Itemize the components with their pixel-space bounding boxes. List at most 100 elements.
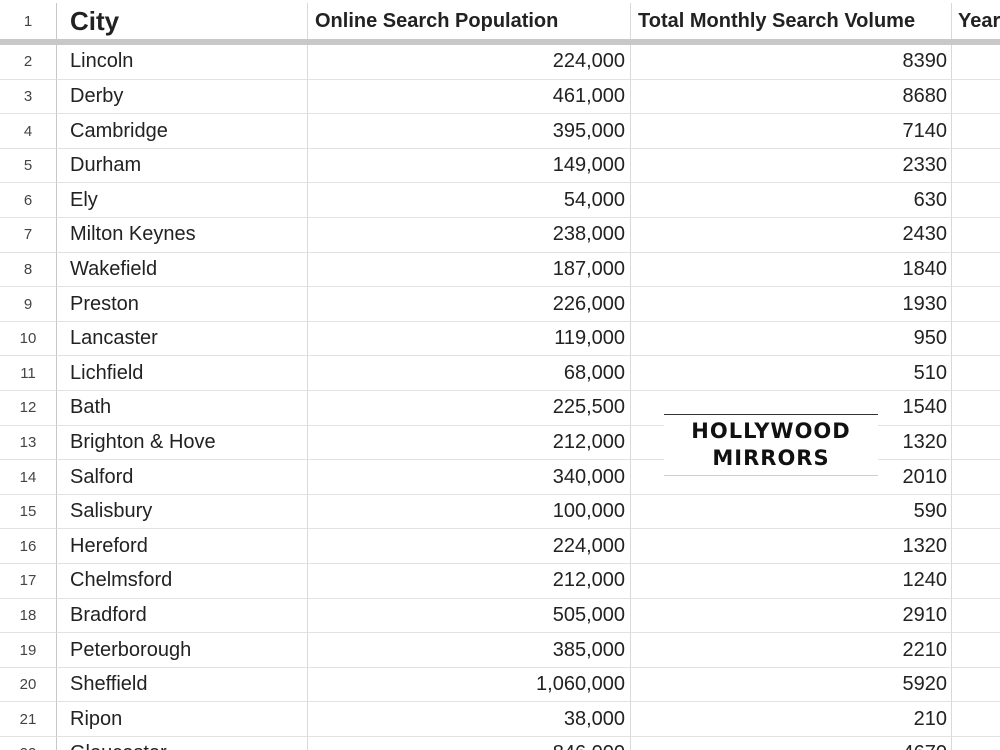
row-number[interactable]: 20 (0, 667, 57, 703)
cell-population[interactable]: 238,000 (308, 218, 631, 253)
cell-city[interactable]: Salisbury (57, 494, 308, 530)
row-number[interactable]: 15 (0, 494, 57, 530)
cell-volume[interactable]: 8680 (631, 79, 952, 115)
cell-population[interactable]: 119,000 (308, 321, 631, 357)
cell-city[interactable]: Lincoln (57, 45, 308, 80)
cell-year[interactable] (952, 702, 1000, 738)
column-header-city[interactable]: City (57, 3, 308, 40)
cell-year[interactable] (952, 45, 1000, 80)
column-header-volume[interactable]: Total Monthly Search Volume (631, 3, 952, 40)
cell-volume[interactable]: 630 (631, 183, 952, 219)
cell-population[interactable]: 212,000 (308, 425, 631, 461)
row-number[interactable]: 2 (0, 45, 57, 80)
cell-year[interactable] (952, 426, 1000, 461)
cell-population[interactable]: 340,000 (308, 460, 631, 495)
cell-population[interactable]: 1,060,000 (308, 667, 631, 703)
cell-city[interactable]: Sheffield (57, 667, 308, 703)
row-number[interactable]: 12 (0, 391, 57, 426)
cell-city[interactable]: Bradford (57, 598, 308, 634)
cell-volume[interactable]: 1930 (631, 287, 952, 322)
cell-city[interactable]: Wakefield (57, 252, 308, 288)
cell-city[interactable]: Lancaster (57, 321, 308, 357)
cell-year[interactable] (952, 287, 1000, 322)
cell-city[interactable]: Brighton & Hove (57, 425, 308, 461)
cell-population[interactable]: 54,000 (308, 183, 631, 219)
cell-population[interactable]: 224,000 (308, 529, 631, 565)
row-number[interactable]: 16 (0, 529, 57, 565)
row-number[interactable]: 17 (0, 564, 57, 599)
cell-year[interactable] (952, 183, 1000, 219)
cell-volume[interactable]: 1240 (631, 564, 952, 599)
row-number[interactable]: 5 (0, 148, 57, 184)
cell-population[interactable]: 395,000 (308, 114, 631, 149)
cell-population[interactable]: 505,000 (308, 598, 631, 634)
cell-city[interactable]: Ely (57, 183, 308, 219)
cell-population[interactable]: 226,000 (308, 287, 631, 322)
cell-volume[interactable]: 2910 (631, 598, 952, 634)
cell-volume[interactable]: 590 (631, 494, 952, 530)
cell-city[interactable]: Derby (57, 79, 308, 115)
cell-city[interactable]: Chelmsford (57, 564, 308, 599)
cell-city[interactable]: Cambridge (57, 114, 308, 149)
cell-population[interactable]: 461,000 (308, 79, 631, 115)
row-number[interactable]: 18 (0, 598, 57, 634)
column-header-year[interactable]: Year (952, 3, 1000, 40)
row-number[interactable]: 19 (0, 633, 57, 668)
cell-population[interactable]: 224,000 (308, 45, 631, 80)
cell-volume[interactable]: 2210 (631, 633, 952, 668)
cell-city[interactable]: Gloucester (57, 737, 308, 750)
cell-population[interactable]: 187,000 (308, 252, 631, 288)
cell-volume[interactable]: 4670 (631, 737, 952, 750)
cell-year[interactable] (952, 460, 1000, 495)
row-number[interactable]: 6 (0, 183, 57, 219)
cell-population[interactable]: 38,000 (308, 702, 631, 738)
cell-volume[interactable]: 8390 (631, 45, 952, 80)
cell-year[interactable] (952, 529, 1000, 565)
cell-population[interactable]: 100,000 (308, 494, 631, 530)
cell-year[interactable] (952, 356, 1000, 392)
cell-population[interactable]: 225,500 (308, 391, 631, 426)
cell-volume[interactable]: 210 (631, 702, 952, 738)
cell-volume[interactable]: 950 (631, 321, 952, 357)
row-number[interactable]: 22 (0, 737, 57, 750)
cell-city[interactable]: Hereford (57, 529, 308, 565)
row-number[interactable]: 4 (0, 114, 57, 149)
row-number[interactable]: 1 (0, 3, 57, 40)
cell-year[interactable] (952, 80, 1000, 115)
row-number[interactable]: 10 (0, 321, 57, 357)
cell-volume[interactable]: 1320 (631, 529, 952, 565)
cell-population[interactable]: 846,000 (308, 737, 631, 750)
cell-year[interactable] (952, 495, 1000, 530)
cell-population[interactable]: 385,000 (308, 633, 631, 668)
row-number[interactable]: 13 (0, 425, 57, 461)
row-number[interactable]: 11 (0, 356, 57, 392)
cell-city[interactable]: Milton Keynes (57, 218, 308, 253)
cell-year[interactable] (952, 149, 1000, 184)
cell-volume[interactable]: 2330 (631, 148, 952, 184)
cell-population[interactable]: 149,000 (308, 148, 631, 184)
row-number[interactable]: 7 (0, 218, 57, 253)
cell-city[interactable]: Peterborough (57, 633, 308, 668)
row-number[interactable]: 9 (0, 287, 57, 322)
cell-year[interactable] (952, 737, 1000, 750)
cell-year[interactable] (952, 218, 1000, 253)
row-number[interactable]: 3 (0, 79, 57, 115)
row-number[interactable]: 8 (0, 252, 57, 288)
cell-volume[interactable]: 5920 (631, 667, 952, 703)
cell-population[interactable]: 212,000 (308, 564, 631, 599)
cell-city[interactable]: Ripon (57, 702, 308, 738)
cell-year[interactable] (952, 253, 1000, 288)
cell-volume[interactable]: 2430 (631, 218, 952, 253)
cell-year[interactable] (952, 633, 1000, 668)
cell-city[interactable]: Salford (57, 460, 308, 495)
row-number[interactable]: 14 (0, 460, 57, 495)
column-header-population[interactable]: Online Search Population (308, 3, 631, 40)
row-number[interactable]: 21 (0, 702, 57, 738)
cell-year[interactable] (952, 322, 1000, 357)
cell-city[interactable]: Bath (57, 391, 308, 426)
cell-volume[interactable]: 7140 (631, 114, 952, 149)
cell-year[interactable] (952, 668, 1000, 703)
cell-year[interactable] (952, 114, 1000, 149)
cell-year[interactable] (952, 391, 1000, 426)
cell-year[interactable] (952, 599, 1000, 634)
